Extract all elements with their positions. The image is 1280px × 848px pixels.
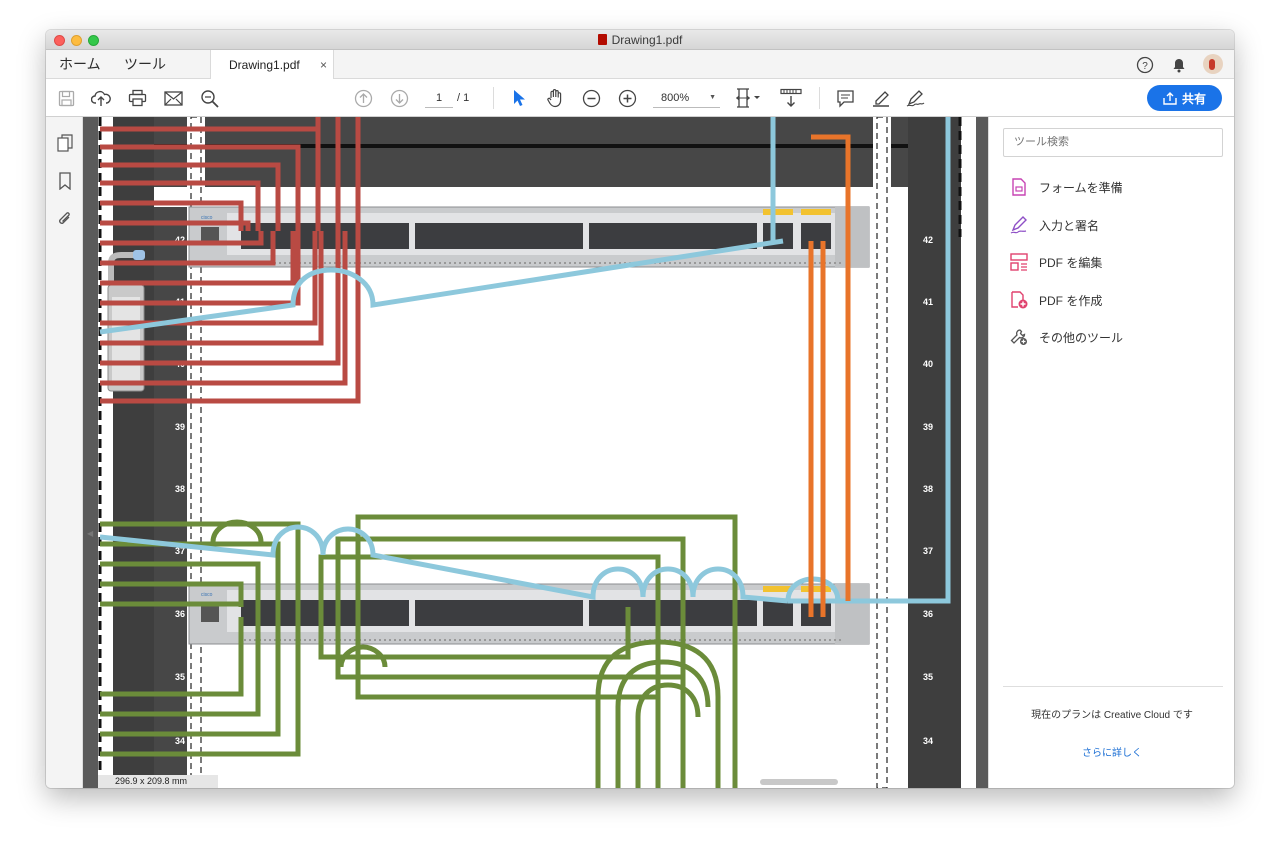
page-size-label: 296.9 x 209.8 mm xyxy=(98,775,218,788)
switch-brand: cisco xyxy=(201,592,213,598)
rack-unit-label: 41 xyxy=(923,297,933,307)
chevron-down-icon: ▼ xyxy=(709,94,716,101)
rack-unit-label: 35 xyxy=(175,672,185,682)
toolbar-divider xyxy=(493,87,494,109)
plan-text: 現在のプランは Creative Cloud です xyxy=(1031,710,1193,721)
attachment-icon[interactable] xyxy=(55,209,75,229)
bookmark-icon[interactable] xyxy=(55,171,75,191)
window-title: Drawing1.pdf xyxy=(611,33,683,47)
rack-diagram: 42 41 40 39 38 37 36 35 34 42 41 40 39 3… xyxy=(98,117,976,788)
tool-label: その他のツール xyxy=(1039,330,1124,345)
switch-bottom: cisco xyxy=(188,583,870,645)
comment-icon[interactable] xyxy=(834,88,856,108)
learn-more-link[interactable]: さらに詳しく xyxy=(989,744,1234,759)
left-navigation xyxy=(46,117,83,788)
select-cursor-icon[interactable] xyxy=(508,88,530,108)
rack-unit-label: 36 xyxy=(923,609,933,619)
create-pdf-icon xyxy=(1009,290,1029,310)
switch-brand: cisco xyxy=(201,215,213,221)
mail-icon[interactable] xyxy=(162,88,184,108)
form-icon xyxy=(1009,177,1029,197)
tab-label: Drawing1.pdf xyxy=(229,58,300,72)
page-number-input[interactable]: 1 xyxy=(425,88,453,108)
bell-icon[interactable] xyxy=(1168,54,1190,76)
share-label: 共有 xyxy=(1181,91,1206,106)
toolbar-divider xyxy=(819,87,820,109)
upload-cloud-icon[interactable] xyxy=(90,88,112,108)
rack-unit-label: 38 xyxy=(923,484,933,494)
zoom-window-button[interactable] xyxy=(88,35,99,46)
tab-bar: ホーム ツール Drawing1.pdf × ? xyxy=(46,50,1234,80)
pdf-file-icon xyxy=(597,34,607,45)
rack-unit-label: 42 xyxy=(923,235,933,245)
pages-icon[interactable] xyxy=(55,133,75,153)
share-button[interactable]: 共有 xyxy=(1147,85,1222,111)
zoom-select[interactable]: 800% ▼ xyxy=(653,88,720,108)
rack-unit-label: 34 xyxy=(923,736,933,746)
more-tools-icon xyxy=(1009,327,1029,347)
arrow-up-icon[interactable] xyxy=(352,88,374,108)
rack-unit-label: 39 xyxy=(923,422,933,432)
tools-pane: フォームを準備 入力と署名 PDF を編集 PDF を作成 その他のツール xyxy=(988,117,1234,788)
menu-home[interactable]: ホーム xyxy=(59,50,101,79)
tool-label: フォームを準備 xyxy=(1039,180,1123,195)
scroll-mode-icon[interactable] xyxy=(780,88,802,108)
page-total: / 1 xyxy=(457,92,470,104)
help-icon[interactable]: ? xyxy=(1134,54,1156,76)
rack-unit-label: 40 xyxy=(923,359,933,369)
hand-icon[interactable] xyxy=(544,88,566,108)
save-icon[interactable] xyxy=(55,88,77,108)
rack-unit-label: 37 xyxy=(923,546,933,556)
print-icon[interactable] xyxy=(126,88,148,108)
tool-search-input[interactable] xyxy=(1014,136,1214,148)
tool-label: 入力と署名 xyxy=(1039,218,1100,233)
share-icon xyxy=(1163,91,1177,105)
tool-create-pdf[interactable]: PDF を作成 xyxy=(1009,288,1219,312)
collapse-left-icon[interactable]: ◀ xyxy=(87,529,93,538)
divider xyxy=(1003,686,1223,687)
close-window-button[interactable] xyxy=(54,35,65,46)
sign-icon[interactable] xyxy=(906,88,928,108)
zoom-value: 800% xyxy=(661,92,690,104)
svg-text:?: ? xyxy=(1142,61,1148,72)
tool-more-tools[interactable]: その他のツール xyxy=(1009,325,1219,349)
zoom-in-icon[interactable] xyxy=(616,88,638,108)
tool-label: PDF を編集 xyxy=(1039,255,1103,270)
tab-close-icon[interactable]: × xyxy=(320,50,327,80)
highlight-icon[interactable] xyxy=(870,88,892,108)
tool-search-field[interactable] xyxy=(1003,128,1223,157)
horizontal-scrollbar[interactable] xyxy=(760,779,838,785)
zoom-out-icon[interactable] xyxy=(580,88,602,108)
toolbar: 1 / 1 800% ▼ 共有 xyxy=(46,79,1234,117)
document-viewer[interactable]: 42 41 40 39 38 37 36 35 34 42 41 40 39 3… xyxy=(83,117,988,788)
fit-page-icon[interactable] xyxy=(734,88,764,108)
search-zoom-icon[interactable] xyxy=(198,88,220,108)
rack-unit-label: 35 xyxy=(923,672,933,682)
title-bar: Drawing1.pdf xyxy=(46,30,1234,50)
rack-unit-label: 38 xyxy=(175,484,185,494)
avatar[interactable] xyxy=(1203,54,1223,74)
tool-label: PDF を作成 xyxy=(1039,293,1103,308)
tab-document[interactable]: Drawing1.pdf × xyxy=(210,50,334,80)
edit-pdf-icon xyxy=(1009,252,1029,272)
tool-edit-pdf[interactable]: PDF を編集 xyxy=(1009,250,1219,274)
rack-unit-label: 39 xyxy=(175,422,185,432)
rack-unit-label: 34 xyxy=(175,736,185,746)
minimize-window-button[interactable] xyxy=(71,35,82,46)
menu-tools[interactable]: ツール xyxy=(124,50,166,79)
tool-prepare-form[interactable]: フォームを準備 xyxy=(1009,175,1219,199)
tool-fill-sign[interactable]: 入力と署名 xyxy=(1009,213,1219,237)
app-window: Drawing1.pdf ホーム ツール Drawing1.pdf × ? 1 … xyxy=(46,30,1234,788)
fill-sign-icon xyxy=(1009,215,1029,235)
rack-unit-label: 36 xyxy=(175,609,185,619)
arrow-down-icon[interactable] xyxy=(388,88,410,108)
